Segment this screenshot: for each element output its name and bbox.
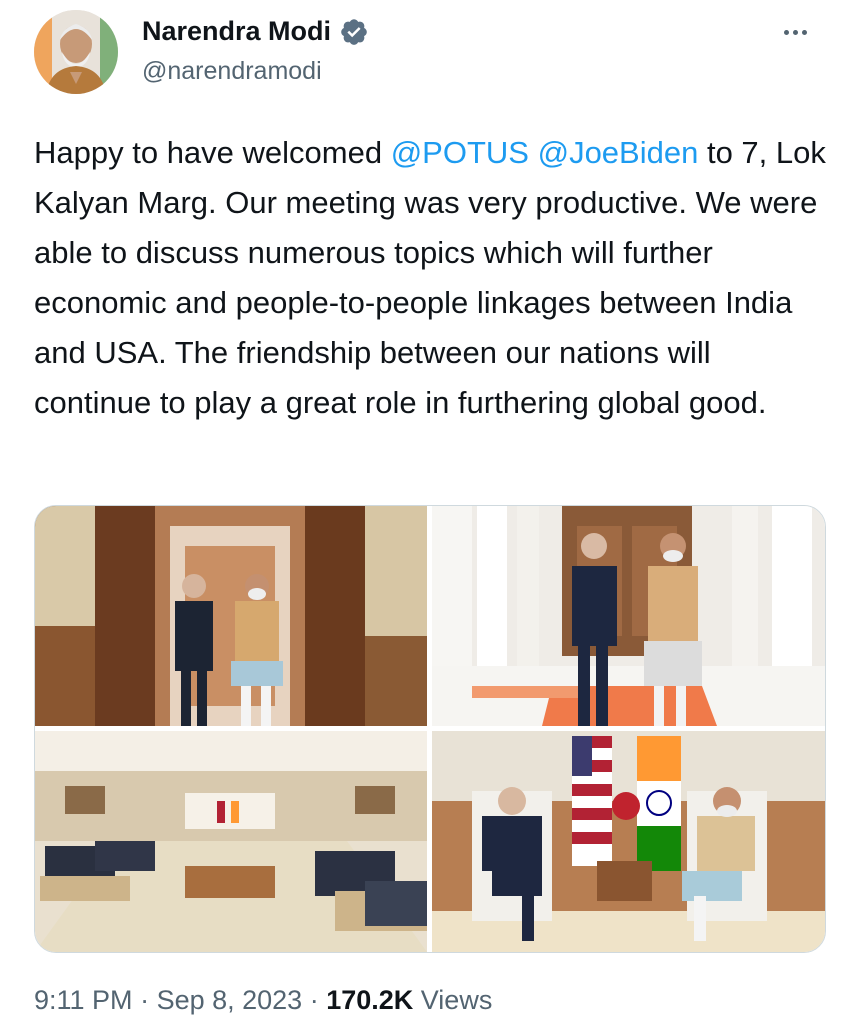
- photo-seated-flags[interactable]: [432, 731, 825, 952]
- more-options-icon[interactable]: [784, 22, 818, 42]
- mention-separator: [529, 135, 538, 170]
- display-name-text[interactable]: Narendra Modi: [142, 16, 331, 47]
- author-avatar[interactable]: [34, 10, 118, 94]
- photo-corridor-walk[interactable]: [35, 506, 427, 726]
- tweet-text-after: to 7, Lok Kalyan Marg. Our meeting was v…: [34, 135, 826, 420]
- meta-separator: ·: [132, 985, 157, 1015]
- tweet-header: Narendra Modi @narendramodi: [34, 10, 834, 100]
- mention-joebiden-link[interactable]: @JoeBiden: [538, 135, 699, 170]
- tweet-date[interactable]: Sep 8, 2023: [157, 985, 303, 1015]
- author-display-name[interactable]: Narendra Modi: [142, 16, 369, 47]
- tweet-media-grid: [34, 505, 826, 953]
- photo-handshake[interactable]: [432, 506, 825, 726]
- tweet-text-before: Happy to have welcomed: [34, 135, 391, 170]
- views-label: Views: [413, 985, 493, 1015]
- meta-separator: ·: [302, 985, 327, 1015]
- photo-delegation-meeting[interactable]: [35, 731, 427, 952]
- tweet-time[interactable]: 9:11 PM: [34, 985, 133, 1015]
- tweet-body: Happy to have welcomed @POTUS @JoeBiden …: [34, 128, 834, 428]
- views-count[interactable]: 170.2K: [326, 985, 413, 1015]
- author-handle[interactable]: @narendramodi: [142, 57, 369, 86]
- tweet-meta: 9:11 PM · Sep 8, 2023 · 170.2K Views: [34, 985, 492, 1016]
- mention-potus-link[interactable]: @POTUS: [391, 135, 529, 170]
- verified-badge-icon: [341, 18, 367, 45]
